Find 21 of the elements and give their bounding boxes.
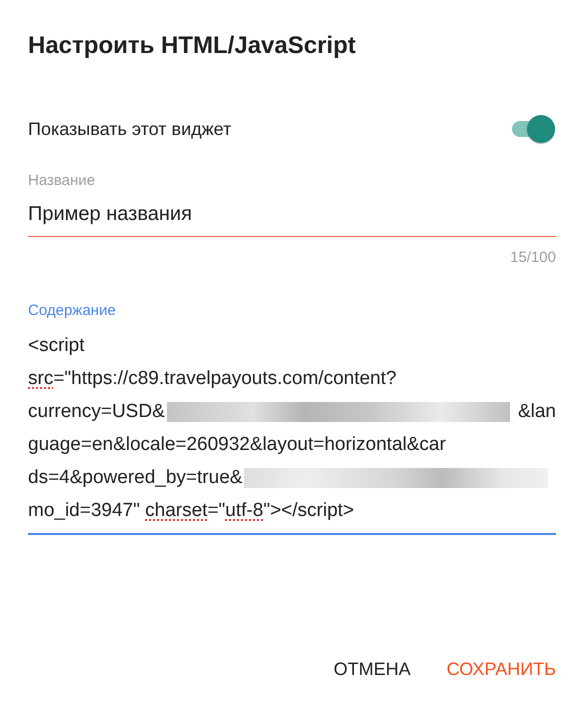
code-text: currency=USD& (28, 400, 165, 422)
content-text-area[interactable]: <script src="https://c89.travelpayouts.com/content? currency=USD& &lan guage=en&locale=260932&layout=horizontal&car ds=4&powered_by=true& mo_id=3947" charset="utf-8"></script> (28, 329, 556, 535)
code-text: &lan (518, 400, 556, 422)
visibility-switch[interactable] (510, 114, 556, 144)
code-text: mo_id=3947" (28, 500, 141, 522)
cancel-button[interactable]: ОТМЕНА (324, 649, 421, 690)
character-counter: 15/100 (510, 249, 556, 266)
title-input-field[interactable]: Пример названия (28, 195, 556, 237)
code-text: ds=4&powered_by=true& (28, 466, 242, 488)
code-text: =" (207, 500, 226, 522)
toggle-label: Показывать этот виджет (28, 118, 232, 140)
code-text: <script (28, 334, 84, 356)
field-label: Название (28, 172, 96, 189)
code-text: ="https://c89.travelpayouts.com/content? (53, 368, 396, 390)
field-label: Содержание (28, 302, 116, 319)
misspelled-code-text: src (28, 368, 54, 390)
code-text: "></script> (263, 500, 354, 522)
misspelled-code-text: charset (145, 500, 208, 522)
misspelled-code-text: utf-8 (225, 500, 264, 522)
code-text: guage=en&locale=260932&layout=horizontal&car (28, 434, 446, 456)
dialog-title: Настроить HTML/JavaScript (28, 31, 356, 61)
